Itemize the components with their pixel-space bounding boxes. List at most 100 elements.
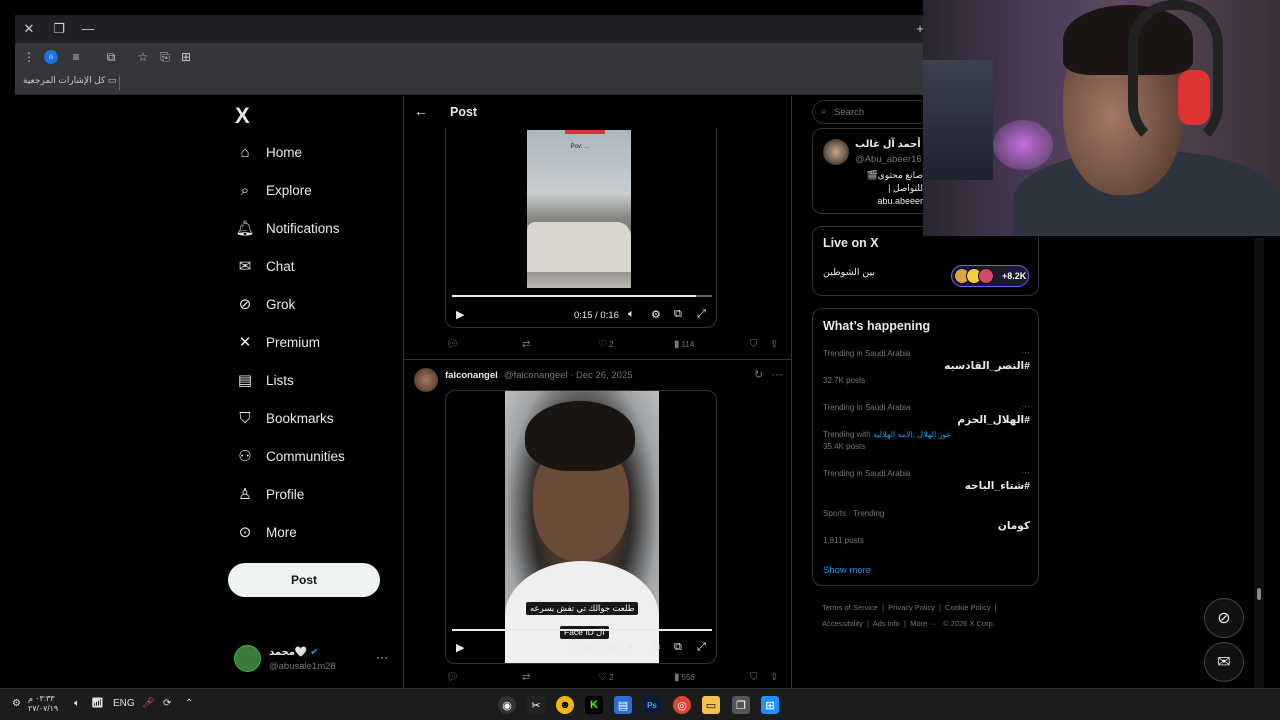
more-dots-icon[interactable]: ··· — [376, 650, 388, 664]
close-icon[interactable]: ✕ — [20, 20, 38, 38]
all-bookmarks-button[interactable]: كل الإشارات المرجعية ▭ — [23, 75, 116, 86]
footer-link-ads[interactable]: Ads info — [873, 619, 900, 628]
footer-link-privacy[interactable]: Privacy Policy — [888, 603, 935, 612]
settings-icon[interactable]: ⚙ — [651, 641, 661, 654]
nav-item-more[interactable]: ⊙ More — [236, 520, 297, 544]
nav-item-home[interactable]: ⌂ Home — [236, 140, 302, 164]
grok-button[interactable]: ⊘ — [1204, 598, 1244, 638]
views-button[interactable]: ▮ 114 — [674, 339, 694, 350]
views-button[interactable]: ▮ 556 — [674, 672, 695, 683]
play-icon[interactable]: ▶ — [456, 641, 464, 654]
chevron-up-icon[interactable]: ⌃ — [185, 698, 193, 709]
video-progress-bar-1[interactable] — [452, 295, 712, 297]
nav-item-premium[interactable]: ✕ Premium — [236, 330, 320, 354]
trend-item[interactable]: Sports · Trending كومان 1,811 posts — [823, 509, 1030, 549]
minimize-icon[interactable]: — — [79, 20, 97, 38]
repost-icon[interactable]: ⇄ — [522, 339, 530, 350]
like-button[interactable]: ♡ 2 — [598, 672, 613, 683]
grok-icon[interactable]: ↻ — [754, 368, 763, 381]
volume-icon[interactable]: 🔈︎ — [74, 698, 80, 709]
trend-item[interactable]: Trending in Saudi Arabia ··· #النصر_القا… — [823, 347, 1030, 389]
webcam-overlay — [923, 0, 1280, 236]
show-more-link[interactable]: Show more — [823, 565, 871, 576]
kick-app-icon[interactable]: K — [585, 696, 603, 714]
more-dots-icon[interactable]: ··· — [1021, 467, 1030, 477]
more-dots-icon[interactable]: ··· — [771, 367, 783, 381]
page-scrollbar[interactable] — [1254, 238, 1264, 688]
video-player-2[interactable]: طلعت جوالك تي تفش بسرعه Face ID ال ▶ 0:0… — [445, 390, 717, 664]
sync-icon[interactable]: ⟳ — [163, 698, 171, 709]
video-progress-bar-2[interactable] — [452, 629, 712, 631]
reading-list-icon[interactable]: ≡ — [68, 49, 84, 65]
author-name[interactable]: falconangel — [445, 370, 498, 381]
live-stream-title[interactable]: بين الشوطين — [823, 267, 875, 278]
footer-link-more[interactable]: More ··· — [910, 619, 937, 628]
scrollbar-thumb[interactable] — [1257, 588, 1261, 600]
like-button[interactable]: ♡ 2 — [598, 339, 613, 350]
nav-item-chat[interactable]: ✉ Chat — [236, 254, 295, 278]
language-indicator[interactable]: ENG — [113, 698, 135, 709]
reply-icon[interactable]: 💬︎ — [446, 672, 459, 683]
repost-icon[interactable]: ⇄ — [522, 672, 530, 683]
trend-item[interactable]: Trending in Saudi Arabia ··· #الهلال_الح… — [823, 401, 1030, 453]
footer-link-terms[interactable]: Terms of Service — [822, 603, 878, 612]
messages-button[interactable]: ✉ — [1204, 642, 1244, 682]
profile-icon[interactable]: a — [44, 50, 58, 64]
extensions-icon[interactable]: ⧉ — [103, 49, 119, 65]
bookmark-icon[interactable]: ⛉ — [750, 672, 758, 683]
discord-app-icon[interactable]: ☻ — [556, 696, 574, 714]
photoshop-app-icon[interactable]: Ps — [643, 696, 661, 714]
nav-item-lists[interactable]: ▤ Lists — [236, 368, 294, 392]
play-icon[interactable]: ▶ — [456, 308, 464, 321]
star-icon[interactable]: ☆ — [135, 49, 151, 65]
fullscreen-icon[interactable]: ⤢ — [697, 308, 706, 321]
bookmark-icon[interactable]: ⛉ — [750, 339, 758, 350]
nav-item-bookmarks[interactable]: ⛉ Bookmarks — [236, 406, 333, 430]
more-dots-icon[interactable]: ··· — [1021, 347, 1030, 357]
avatar[interactable] — [414, 368, 438, 392]
account-switcher[interactable]: محمد🤍 ✔ @abusale1m28 ··· — [234, 644, 394, 674]
nav-item-communities[interactable]: ⚇ Communities — [236, 444, 345, 468]
share-icon[interactable]: ⎘ — [157, 49, 173, 65]
share-icon[interactable]: ⇪ — [770, 672, 778, 683]
nav-item-explore[interactable]: ⌕ Explore — [236, 178, 312, 202]
notepad-app-icon[interactable]: ▤ — [614, 696, 632, 714]
menu-icon[interactable]: ⋮ — [21, 49, 37, 65]
x-logo[interactable]: X — [235, 103, 250, 129]
windows-start-icon[interactable]: ⊞ — [761, 696, 779, 714]
nav-item-profile[interactable]: ♙ Profile — [236, 482, 304, 506]
trend-item[interactable]: Trending in Saudi Arabia ··· #شتاء_الباح… — [823, 467, 1030, 499]
back-arrow-icon[interactable]: ← — [414, 103, 428, 119]
network-icon[interactable]: 📶︎ — [91, 698, 104, 709]
reply-icon[interactable]: 💬︎ — [446, 339, 459, 350]
file-explorer-app-icon[interactable]: ▭ — [702, 696, 720, 714]
profile-card[interactable]: أحمد آل غالب ✔ @Abu_abeer16 صانع محتوى🎬 … — [812, 128, 940, 214]
volume-icon[interactable]: 🔈︎ — [628, 308, 635, 321]
post-button[interactable]: Post — [228, 563, 380, 597]
restore-icon[interactable]: ❐ — [50, 20, 68, 38]
video-frame-2 — [505, 391, 659, 663]
nav-item-notifications[interactable]: 🔔︎ Notifications — [235, 216, 339, 240]
chrome-app-icon[interactable]: ◎ — [673, 696, 691, 714]
microphone-icon[interactable]: 🎤︎ — [142, 698, 155, 709]
fullscreen-icon[interactable]: ⤢ — [697, 641, 706, 654]
live-listeners-pill[interactable]: +8.2K — [951, 265, 1029, 287]
pip-icon[interactable]: ⧉ — [674, 308, 682, 321]
capcut-app-icon[interactable]: ✂ — [527, 696, 545, 714]
more-dots-icon[interactable]: ··· — [1021, 401, 1030, 411]
nav-item-grok[interactable]: ⊘ Grok — [236, 292, 296, 316]
obs-app-icon[interactable]: ◉ — [498, 696, 516, 714]
share-icon[interactable]: ⇪ — [770, 339, 778, 350]
footer-link-accessibility[interactable]: Accessibility — [822, 619, 863, 628]
settings-icon[interactable]: ⚙ — [12, 698, 21, 709]
translate-icon[interactable]: ⊞ — [178, 49, 194, 65]
video-player-1[interactable]: Pov: ... ▶ 0:15 / 0:16 🔈︎ ⚙ ⧉ ⤢ — [445, 128, 717, 328]
taskbar-clock[interactable]: ٠٣:٣٣ م ٢٧/٠٧/١٩ — [28, 694, 58, 714]
more-circle-icon: ⊙ — [238, 524, 252, 541]
volume-icon[interactable]: 🔈︎ — [628, 641, 635, 654]
pip-icon[interactable]: ⧉ — [674, 641, 682, 654]
footer-link-cookie[interactable]: Cookie Policy — [945, 603, 990, 612]
settings-icon[interactable]: ⚙ — [651, 308, 661, 321]
search-input[interactable]: ⌕ Search — [812, 100, 940, 124]
task-view-icon[interactable]: ❐ — [732, 696, 750, 714]
